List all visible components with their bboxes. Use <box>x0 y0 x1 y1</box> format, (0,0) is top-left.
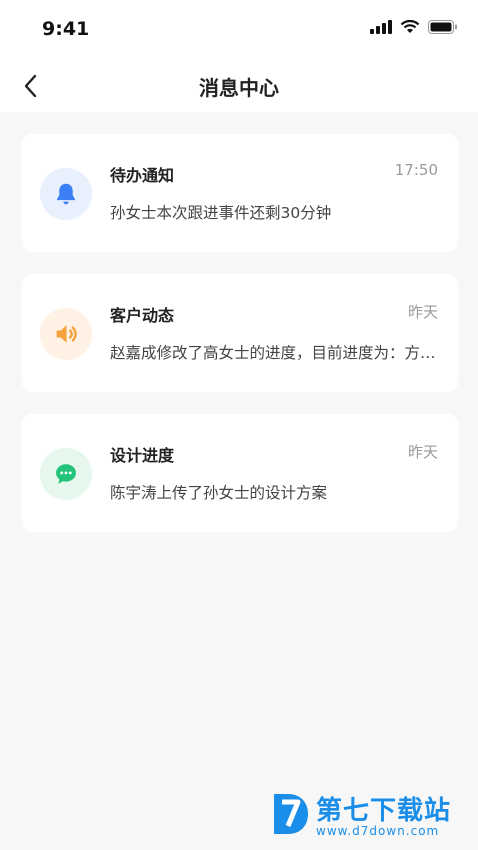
chat-bubble-icon <box>56 464 76 484</box>
watermark-name: 第七下载站 <box>316 796 452 826</box>
page-title: 消息中心 <box>199 76 279 100</box>
watermark-logo: 第七下载站 www.d7down.com <box>270 788 470 844</box>
message-card-todo[interactable]: 待办通知 17:50 孙女士本次跟进事件还剩30分钟 <box>22 134 458 252</box>
message-title: 待办通知 <box>110 166 175 185</box>
status-bar: 9:41 <box>0 0 478 60</box>
bell-icon <box>57 183 75 205</box>
message-list: 待办通知 17:50 孙女士本次跟进事件还剩30分钟 客户动态 昨天 赵嘉成修改… <box>22 134 458 554</box>
message-title: 客户动态 <box>110 306 175 325</box>
watermark-url: www.d7down.com <box>316 824 440 838</box>
message-avatar <box>40 308 92 360</box>
message-avatar <box>40 168 92 220</box>
message-title: 设计进度 <box>110 446 175 465</box>
d7-logo-icon <box>274 794 308 834</box>
message-time: 17:50 <box>394 161 438 179</box>
message-description: 孙女士本次跟进事件还剩30分钟 <box>110 204 332 222</box>
message-card-design[interactable]: 设计进度 昨天 陈宇涛上传了孙女士的设计方案 <box>22 414 458 532</box>
battery-icon <box>428 20 457 34</box>
message-time: 昨天 <box>407 443 438 461</box>
status-time: 9:41 <box>42 18 90 40</box>
message-description: 陈宇涛上传了孙女士的设计方案 <box>110 484 328 502</box>
message-avatar <box>40 448 92 500</box>
wifi-icon <box>400 20 420 33</box>
cellular-signal-icon <box>370 20 392 34</box>
speaker-icon <box>56 325 77 343</box>
nav-bar: 消息中心 <box>0 60 478 112</box>
message-time: 昨天 <box>407 303 438 321</box>
message-card-customer[interactable]: 客户动态 昨天 赵嘉成修改了高女士的进度，目前进度为：方案设计中 <box>22 274 458 392</box>
status-icons <box>370 20 458 34</box>
message-description: 赵嘉成修改了高女士的进度，目前进度为：方案设计中 <box>110 344 440 362</box>
